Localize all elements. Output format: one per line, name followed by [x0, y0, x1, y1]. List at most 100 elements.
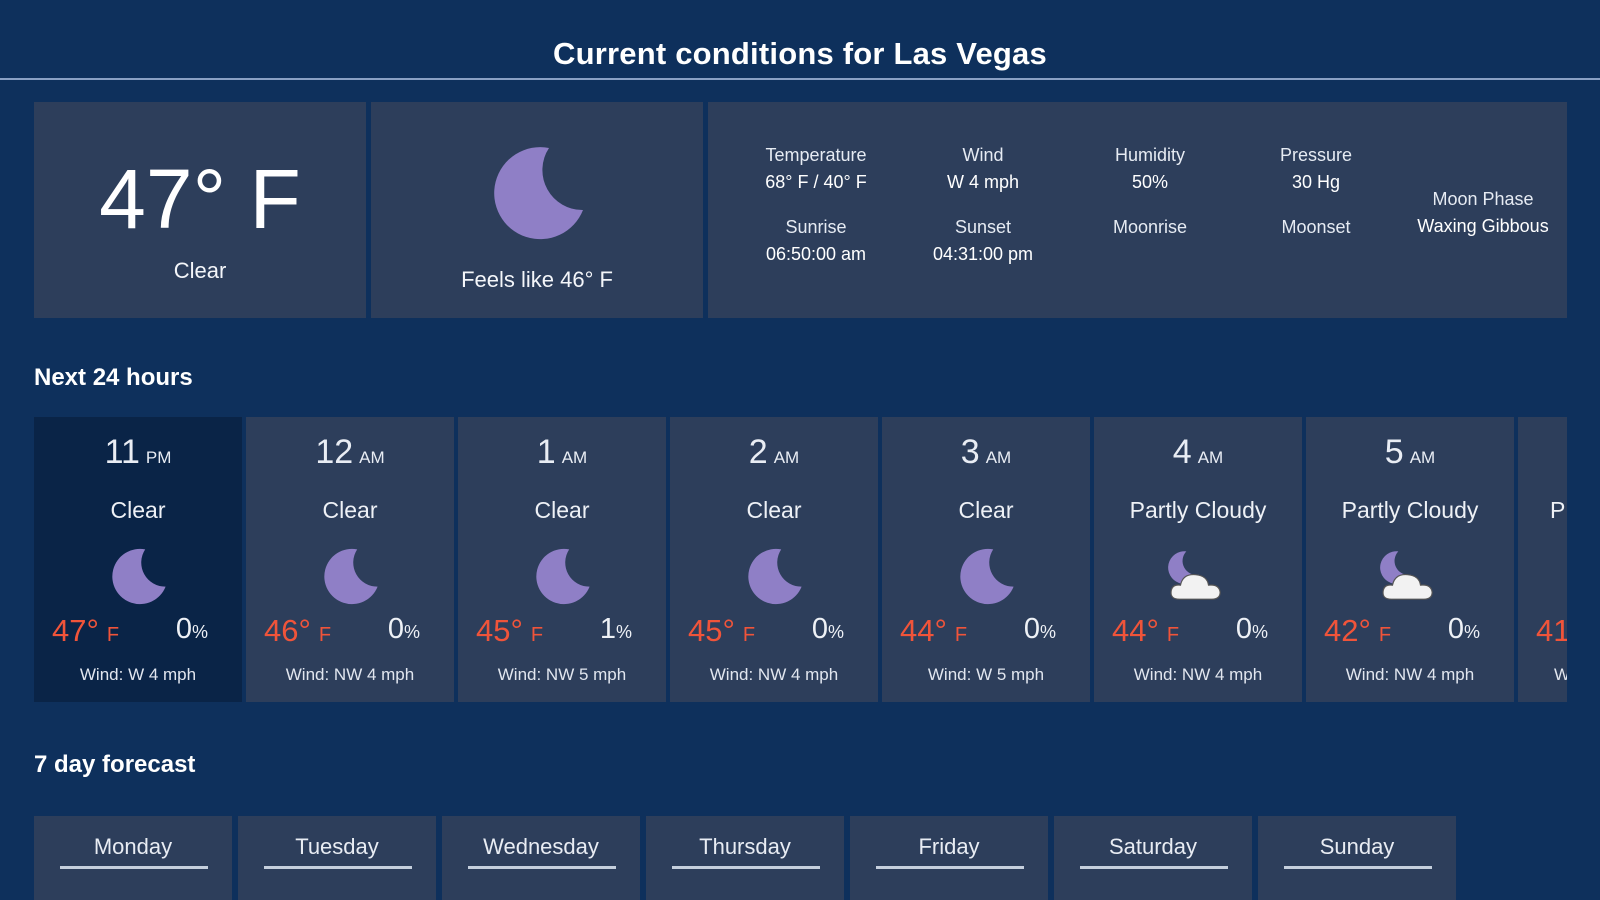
hour-temperature: 42° F	[1324, 613, 1391, 649]
day-card[interactable]: Saturday	[1054, 816, 1252, 900]
hour-time: 5 AM	[1306, 433, 1514, 472]
hour-wind: Wind: NW 4 mph	[709, 665, 839, 684]
hourly-section-title: Next 24 hours	[34, 364, 193, 391]
hour-precip-unit: %	[403, 622, 420, 642]
moon-icon	[246, 547, 454, 607]
moon-icon	[670, 547, 878, 607]
day-divider	[468, 866, 616, 869]
day-name: Saturday	[1108, 834, 1198, 859]
detail-value: 04:31:00 pm	[932, 244, 1034, 264]
hour-wind: Wind: NW 5 mph	[497, 665, 627, 684]
hour-card[interactable]: 3 AM Clear 44° F 0% Wind: W 5 mph	[882, 417, 1090, 702]
moon-cloud-icon	[1094, 547, 1302, 607]
hour-number: 12	[315, 433, 354, 471]
hour-ampm: AM	[773, 448, 800, 467]
hour-condition: Partly Cloudy	[1129, 497, 1267, 523]
day-card[interactable]: Friday	[850, 816, 1048, 900]
hour-wind: Wind: W 4 mph	[79, 665, 197, 684]
hour-temperature: 44° F	[900, 613, 967, 649]
hour-temp-value: 46°	[264, 613, 311, 648]
hour-time: 11 PM	[34, 433, 242, 472]
hour-temperature: 41	[1536, 613, 1567, 649]
detail-temperature: Temperature 68° F / 40° F	[733, 142, 899, 196]
hour-wind: Wind: NW 4 mph	[1345, 665, 1475, 684]
current-condition: Clear	[173, 258, 227, 283]
hour-ampm: AM	[359, 448, 385, 467]
feels-like-card: Feels like 46° F	[371, 102, 703, 318]
detail-moonrise: Moonrise	[1067, 214, 1233, 241]
hour-card[interactable]: 1 AM Clear 45° F 1% Wind: NW 5 mph	[458, 417, 666, 702]
hour-wind: W	[1554, 665, 1567, 684]
day-divider	[264, 866, 412, 869]
detail-value: W 4 mph	[946, 172, 1020, 192]
day-card[interactable]: Sunday	[1258, 816, 1456, 900]
detail-label: Humidity	[1114, 145, 1185, 165]
hour-temp-value: 42°	[1324, 613, 1371, 648]
day-divider	[672, 866, 820, 869]
hour-precip-unit: %	[615, 622, 632, 642]
hour-card[interactable]: P 41 W	[1518, 417, 1567, 702]
detail-sunrise: Sunrise 06:50:00 am	[733, 214, 899, 268]
hour-precip-unit: %	[1463, 622, 1480, 642]
hour-condition: P	[1550, 497, 1566, 523]
hour-condition: Clear	[958, 497, 1014, 523]
hour-temperature: 46° F	[264, 613, 331, 649]
hour-card[interactable]: 4 AM Partly Cloudy 44° F 0% Wind: NW 4 mph	[1094, 417, 1302, 702]
detail-wind: Wind W 4 mph	[900, 142, 1066, 196]
hourly-forecast: 11 PM Clear 47° F 0% Wind: W 4 mph 12 AM Cl…	[34, 417, 1567, 702]
detail-sunset: Sunset 04:31:00 pm	[900, 214, 1066, 268]
hour-temp-value: 47°	[52, 613, 99, 648]
detail-pressure: Pressure 30 Hg	[1233, 142, 1399, 196]
hour-precip-value: 0	[811, 613, 828, 645]
hour-temp-unit: F	[742, 624, 756, 646]
day-name: Friday	[918, 834, 980, 859]
day-card[interactable]: Wednesday	[442, 816, 640, 900]
day-card[interactable]: Thursday	[646, 816, 844, 900]
hour-temperature: 45° F	[688, 613, 755, 649]
day-card[interactable]: Tuesday	[238, 816, 436, 900]
hour-precip-value: 0	[1235, 613, 1252, 645]
detail-label: Moonset	[1281, 217, 1351, 237]
day-divider	[1080, 866, 1228, 869]
hour-number: 11	[104, 433, 140, 471]
hour-ampm: AM	[561, 448, 588, 467]
day-card[interactable]: Monday	[34, 816, 232, 900]
hour-time: 3 AM	[882, 433, 1090, 472]
hour-number: 4	[1172, 433, 1192, 471]
detail-label: Temperature	[765, 145, 867, 165]
hour-card[interactable]: 12 AM Clear 46° F 0% Wind: NW 4 mph	[246, 417, 454, 702]
hour-temp-unit: F	[106, 624, 120, 646]
hour-card[interactable]: 2 AM Clear 45° F 0% Wind: NW 4 mph	[670, 417, 878, 702]
hour-precipitation: 0%	[812, 613, 844, 646]
hour-number: 5	[1384, 433, 1404, 471]
hour-temp-unit: F	[1166, 624, 1180, 646]
hour-card[interactable]: 11 PM Clear 47° F 0% Wind: W 4 mph	[34, 417, 242, 702]
feels-like-text: Feels like 46° F	[461, 267, 613, 292]
hour-number: 2	[748, 433, 768, 471]
details-card: Temperature 68° F / 40° F Wind W 4 mph H…	[708, 102, 1567, 318]
daily-section-title: 7 day forecast	[34, 751, 196, 778]
hour-card[interactable]: 5 AM Partly Cloudy 42° F 0% Wind: NW 4 mph	[1306, 417, 1514, 702]
hour-condition: Partly Cloudy	[1341, 497, 1479, 523]
hour-time: 4 AM	[1094, 433, 1302, 472]
detail-moonset: Moonset	[1233, 214, 1399, 241]
hour-precipitation: 0%	[1448, 613, 1480, 646]
hour-number: 3	[960, 433, 980, 471]
hour-number: 1	[536, 433, 556, 471]
hour-temp-value: 45°	[688, 613, 735, 648]
detail-label: Sunset	[954, 217, 1012, 237]
hour-precipitation: 0%	[1236, 613, 1268, 646]
hour-temperature: 47° F	[52, 613, 119, 649]
hour-temp-unit: F	[318, 624, 332, 646]
hour-ampm: AM	[1409, 448, 1436, 467]
hour-temp-unit: F	[954, 624, 968, 646]
hour-temp-unit: F	[1378, 624, 1392, 646]
hour-precipitation: 1%	[600, 613, 632, 646]
daily-forecast: Monday Tuesday Wednesday Thursday Friday…	[34, 816, 1456, 900]
hour-precipitation: 0%	[388, 613, 420, 646]
hour-precip-value: 0	[387, 613, 404, 645]
day-divider	[60, 866, 208, 869]
hour-ampm: AM	[1197, 448, 1224, 467]
day-divider	[1284, 866, 1432, 869]
hour-temp-value: 45°	[476, 613, 523, 648]
